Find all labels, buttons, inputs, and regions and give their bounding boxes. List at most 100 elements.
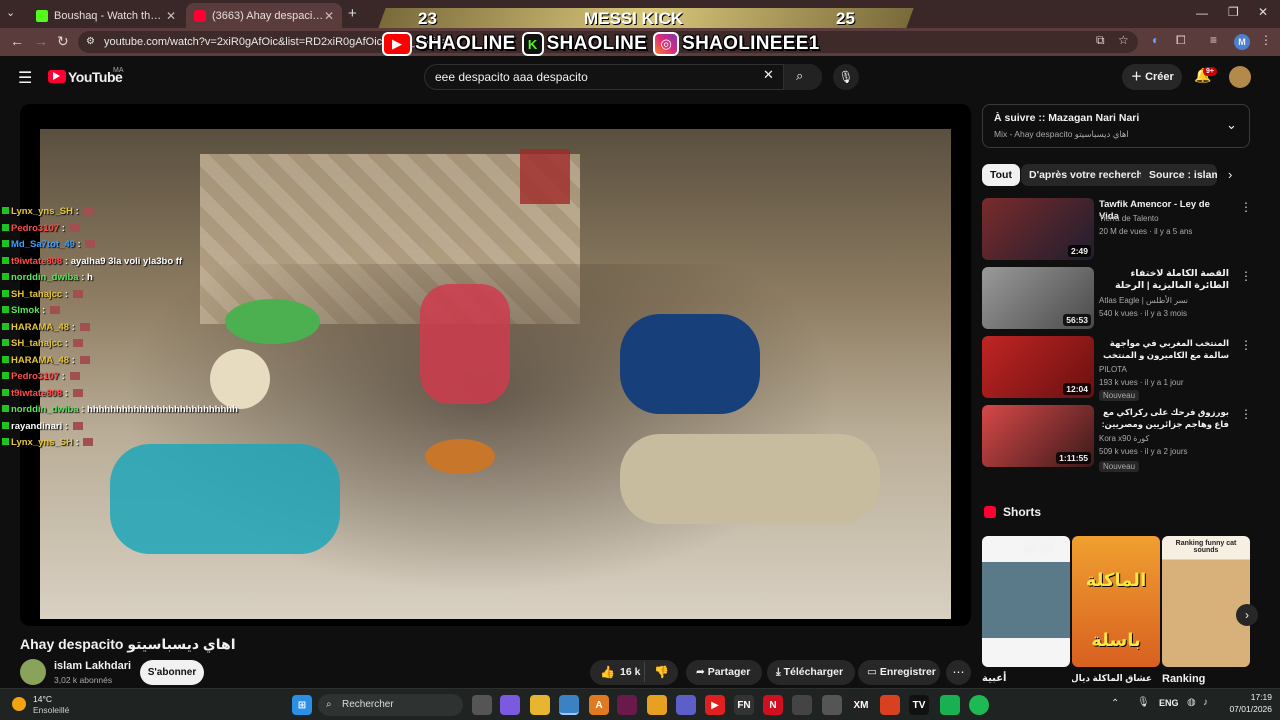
copilot-icon[interactable] xyxy=(500,695,520,715)
related-video[interactable]: 1:11:55 ﺑﻮﺭﺯﻭﻕ ﻓﺮﺣﻚ ﻋﻠﻰ ﺭﻛﺮﺍﻛﻲ ﻣﻊ ﻓﺎﻉ ﻭﻫ… xyxy=(982,405,1252,472)
app-icon[interactable]: XM xyxy=(851,695,871,715)
download-button[interactable]: ⤓ Télécharger xyxy=(767,660,855,685)
windows-start-icon[interactable]: ⊞ xyxy=(292,695,312,715)
clock-time[interactable]: 17:19 xyxy=(1220,692,1272,702)
mix-queue-panel[interactable]: À suivre :: Mazagan Nari Nari Mix - Ahay… xyxy=(982,104,1250,148)
short-caption[interactable]: Ranking xyxy=(1162,673,1205,685)
more-vert-icon[interactable]: ⋮ xyxy=(1240,200,1252,214)
teams-icon[interactable] xyxy=(676,695,696,715)
brave-icon[interactable] xyxy=(880,695,900,715)
task-view-icon[interactable] xyxy=(472,695,492,715)
voice-search-button[interactable]: 🎙 xyxy=(833,64,859,90)
profile-avatar[interactable]: M xyxy=(1234,34,1250,50)
maximize-icon[interactable]: ❐ xyxy=(1228,5,1239,19)
social-handle: SHAOLINEEE1 xyxy=(682,33,820,54)
extension-icon[interactable]: ◐ xyxy=(1152,33,1159,47)
network-icon[interactable]: ◍ xyxy=(1187,697,1196,708)
chip-all[interactable]: Tout xyxy=(982,164,1020,186)
tab-youtube[interactable]: (3663) Ahay despacito ﺍﻫﺎﻱ ﺩﻳﺴﺒﺎﺳﻴﺘﻮ ✕ xyxy=(186,3,342,28)
related-title[interactable]: ﺑﻮﺭﺯﻭﻕ ﻓﺮﺣﻚ ﻋﻠﻰ ﺭﻛﺮﺍﻛﻲ ﻣﻊ ﻓﺎﻉ ﻭﻫﺎﺟﻢ ﺟﺰﺍﺋ… xyxy=(1099,406,1229,430)
file-explorer-icon[interactable] xyxy=(530,695,550,715)
youtube-icon[interactable]: ▶ xyxy=(705,695,725,715)
app-icon[interactable] xyxy=(617,695,637,715)
search-button[interactable]: ⌕ xyxy=(783,64,822,90)
short-caption[interactable]: ﻋﺸﺎﻕ ﺍﻟﻤﺎﻛﻠﺔ ﺩﻳﺎﻝ xyxy=(1072,673,1152,684)
app-icon[interactable]: A xyxy=(589,695,609,715)
more-vert-icon[interactable]: ⋮ xyxy=(1240,407,1252,421)
tab-search-icon[interactable]: ⌄ xyxy=(6,6,15,19)
shorts-next-button[interactable]: › xyxy=(1236,604,1258,626)
short-card[interactable]: Ranking funny cat sounds xyxy=(1162,536,1250,667)
install-icon[interactable]: ⧉ xyxy=(1096,33,1105,48)
tab-kick[interactable]: Boushaq - Watch the VOD on K ✕ xyxy=(28,3,184,28)
account-avatar[interactable] xyxy=(1229,66,1251,88)
related-video[interactable]: 2:49 Tawfik Amencor - Ley de Vida Tierra… xyxy=(982,198,1252,260)
video-thumbnail[interactable]: 56:53 xyxy=(982,267,1094,329)
language-indicator[interactable]: ENG xyxy=(1159,698,1179,708)
share-button[interactable]: ➦ Partager xyxy=(686,660,762,685)
more-vert-icon[interactable]: ⋮ xyxy=(1240,338,1252,352)
channel-name[interactable]: islam Lakhdari xyxy=(54,660,131,672)
like-icon[interactable]: 👍 xyxy=(600,665,615,679)
taskbar-search[interactable]: ⌕ Rechercher xyxy=(318,694,463,716)
app-icon[interactable] xyxy=(822,695,842,715)
related-channel[interactable]: PILOTA xyxy=(1099,365,1127,374)
clear-search-icon[interactable]: ✕ xyxy=(763,67,774,83)
related-video[interactable]: 56:53 ﺍﻟﻘﺼﺔ ﺍﻟﻜﺎﻣﻠﺔ ﻻﺧﺘﻔﺎﺀ ﺍﻟﻄﺎﺋﺮﺓ ﺍﻟﻤﺎﻟ… xyxy=(982,267,1252,329)
related-title[interactable]: ﺍﻟﻤﻨﺘﺨﺐ ﺍﻟﻤﻐﺮﺑﻲ ﻓﻲ ﻣﻮﺍﺟﻬﺔ ﺳﺎﻟﻤﺔ ﻣﻊ ﺍﻟﻜﺎﻣ… xyxy=(1099,337,1229,361)
weather-desc[interactable]: Ensoleillé xyxy=(33,705,69,715)
close-icon[interactable]: ✕ xyxy=(166,9,176,23)
back-icon[interactable]: ← xyxy=(10,33,24,49)
close-icon[interactable]: ✕ xyxy=(324,9,334,23)
app-icon[interactable] xyxy=(647,695,667,715)
video-thumbnail[interactable]: 1:11:55 xyxy=(982,405,1094,467)
media-icon[interactable]: ≡ xyxy=(1210,33,1217,47)
app-icon[interactable] xyxy=(792,695,812,715)
spotify-icon[interactable] xyxy=(969,695,989,715)
related-channel[interactable]: Kora x90 ﻛﻮﺭﺓ xyxy=(1099,434,1149,443)
volume-icon[interactable]: ♪ xyxy=(1203,697,1208,708)
subscribe-button[interactable]: S'abonner xyxy=(140,660,204,685)
extensions-icon[interactable]: ⧠ xyxy=(1176,33,1186,48)
save-button[interactable]: ▭ Enregistrer xyxy=(858,660,940,685)
related-channel[interactable]: Tierra de Talento xyxy=(1099,214,1159,223)
short-card[interactable]: 😂😂 xyxy=(982,536,1070,667)
short-caption[interactable]: ﺃﻋﺒﻴﺔ xyxy=(982,673,1007,684)
app-icon[interactable] xyxy=(940,695,960,715)
chrome-icon[interactable] xyxy=(559,695,579,715)
window-close-icon[interactable]: ✕ xyxy=(1258,5,1268,19)
dislike-icon[interactable]: 👎 xyxy=(654,665,669,679)
chip-source[interactable]: Source : islam L xyxy=(1141,164,1217,186)
forward-icon[interactable]: → xyxy=(34,33,48,49)
video-thumbnail[interactable]: 2:49 xyxy=(982,198,1094,260)
site-info-icon[interactable]: ⚙ xyxy=(86,31,95,53)
clock-date[interactable]: 07/01/2026 xyxy=(1220,704,1272,714)
microphone-icon[interactable]: 🎙 xyxy=(1137,697,1150,708)
star-icon[interactable]: ☆ xyxy=(1118,33,1129,47)
chip-from-search[interactable]: D'après votre recherche xyxy=(1021,164,1157,186)
related-video[interactable]: 12:04 ﺍﻟﻤﻨﺘﺨﺐ ﺍﻟﻤﻐﺮﺑﻲ ﻓﻲ ﻣﻮﺍﺟﻬﺔ ﺳﺎﻟﻤﺔ ﻣﻊ… xyxy=(982,336,1252,401)
like-count[interactable]: 16 k xyxy=(620,666,640,678)
app-icon[interactable]: TV xyxy=(909,695,929,715)
reload-icon[interactable]: ↻ xyxy=(57,33,69,50)
minimize-icon[interactable]: — xyxy=(1196,6,1208,20)
new-tab-button[interactable]: + xyxy=(348,5,357,22)
weather-temp[interactable]: 14°C xyxy=(33,694,52,704)
video-thumbnail[interactable]: 12:04 xyxy=(982,336,1094,398)
create-button[interactable]: ＋ Créer xyxy=(1122,64,1182,90)
chevron-right-icon[interactable]: › xyxy=(1228,167,1232,182)
hamburger-menu-icon[interactable]: ☰ xyxy=(18,68,32,88)
channel-avatar[interactable] xyxy=(20,659,46,685)
kick-icon: K xyxy=(521,32,544,56)
video-player[interactable] xyxy=(20,104,971,626)
app-icon[interactable]: FN xyxy=(734,695,754,715)
more-actions-button[interactable]: ⋯ xyxy=(946,660,971,685)
chevron-down-icon[interactable]: ⌄ xyxy=(1226,117,1237,133)
related-channel[interactable]: Atlas Eagle | ﻧﺴﺮ ﺍﻷﻃﻠﺲ xyxy=(1099,296,1188,305)
menu-icon[interactable]: ⋮ xyxy=(1260,33,1272,47)
more-vert-icon[interactable]: ⋮ xyxy=(1240,269,1252,283)
short-card[interactable]: ﺍﻟﻤﺎﻛﻠﺔ ﺑﺎﺳﻠﺔ xyxy=(1072,536,1160,667)
netflix-icon[interactable]: N xyxy=(763,695,783,715)
chevron-up-icon[interactable]: ⌃ xyxy=(1111,698,1119,709)
related-title[interactable]: ﺍﻟﻘﺼﺔ ﺍﻟﻜﺎﻣﻠﺔ ﻻﺧﺘﻔﺎﺀ ﺍﻟﻄﺎﺋﺮﺓ ﺍﻟﻤﺎﻟﻴﺰﻳﺔ |… xyxy=(1099,268,1229,292)
